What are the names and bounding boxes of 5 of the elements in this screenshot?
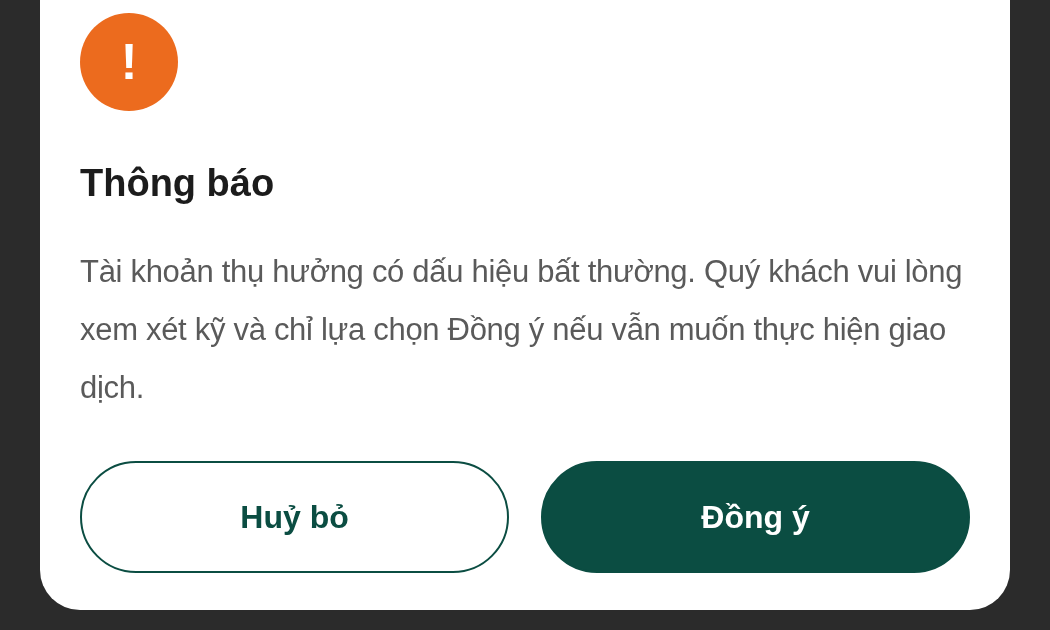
- dialog-title: Thông báo: [80, 161, 276, 206]
- confirm-button[interactable]: Đồng ý: [541, 461, 970, 573]
- cancel-button[interactable]: Huỷ bỏ: [80, 461, 509, 573]
- dialog-message: Tài khoản thụ hưởng có dấu hiệu bất thường. Quý khách vui lòng xem xét kỹ và chỉ lựa chọn Đồng ý nếu vẫn muốn thực hiện giao dịch.: [80, 253, 964, 407]
- alert-icon: !: [80, 13, 178, 111]
